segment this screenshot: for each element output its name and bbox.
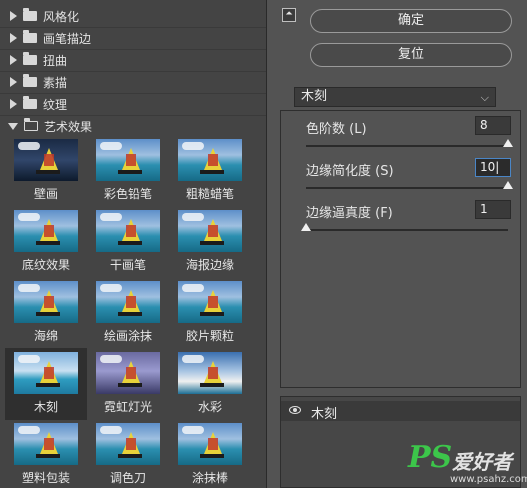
filter-thumb-fresco[interactable]: 壁画	[5, 135, 87, 201]
watermark: PS 爱好者 www.psahz.com	[400, 440, 527, 488]
category-label: 素描	[43, 75, 68, 90]
collapse-arrow-icon	[8, 122, 18, 130]
category-label: 扭曲	[43, 53, 68, 68]
ok-button[interactable]: 确定	[310, 9, 512, 33]
filter-thumb-rough-pastels[interactable]: 粗糙蜡笔	[169, 135, 251, 201]
category-texture[interactable]: 纹理	[0, 93, 266, 115]
filter-thumb-underpainting[interactable]: 底纹效果	[5, 206, 87, 272]
filter-thumb-neon-glow[interactable]: 霓虹灯光	[87, 348, 169, 414]
levels-input[interactable]: 8	[475, 116, 511, 135]
category-label: 艺术效果	[44, 119, 93, 134]
filter-label: 霓虹灯光	[103, 400, 152, 414]
folder-icon	[23, 8, 37, 21]
double-chevron-up-icon: ⏶	[285, 9, 293, 19]
edge-simplicity-input[interactable]: 10|	[475, 158, 511, 177]
category-stylize[interactable]: 风格化	[0, 5, 266, 27]
filter-thumb-dry-brush[interactable]: 干画笔	[87, 206, 169, 272]
effect-layer-row[interactable]: 木刻	[281, 401, 520, 422]
thumbnail-image	[178, 139, 242, 181]
reset-button[interactable]: 复位	[310, 43, 512, 67]
watermark-text: 爱好者	[452, 450, 512, 474]
open-folder-icon	[24, 118, 38, 131]
filter-label: 壁画	[33, 187, 58, 201]
collapse-gallery-button[interactable]: ⏶	[282, 8, 296, 22]
thumbnail-image	[96, 210, 160, 252]
thumbnail-image	[96, 281, 160, 323]
category-label: 画笔描边	[43, 31, 92, 46]
param-label-levels: 色阶数 (L)	[306, 122, 367, 137]
category-brush-strokes[interactable]: 画笔描边	[0, 27, 266, 49]
edge-simplicity-slider-thumb[interactable]	[503, 181, 513, 189]
filter-label: 水彩	[197, 400, 222, 414]
filter-label: 木刻	[33, 400, 58, 414]
filter-label: 海报边缘	[185, 258, 234, 272]
edge-fidelity-slider-thumb[interactable]	[301, 223, 311, 231]
filter-thumb-sponge[interactable]: 海绵	[5, 277, 87, 343]
filter-parameters-panel	[280, 110, 521, 388]
thumbnail-image	[178, 210, 242, 252]
thumbnail-image	[178, 281, 242, 323]
filter-label: 底纹效果	[21, 258, 70, 272]
filter-label: 涂抹棒	[191, 471, 228, 485]
expand-arrow-icon	[10, 99, 17, 109]
chevron-down-icon: ⌵	[480, 91, 489, 104]
thumbnail-image	[14, 352, 78, 394]
folder-icon	[23, 96, 37, 109]
watermark-url: www.psahz.com	[450, 474, 527, 485]
param-label-edge-simplicity: 边缘简化度 (S)	[306, 164, 394, 179]
watermark-logo: PS	[408, 440, 453, 475]
filter-label: 调色刀	[109, 471, 146, 485]
thumbnail-image	[14, 210, 78, 252]
expand-arrow-icon	[10, 55, 17, 65]
thumbnail-image	[178, 352, 242, 394]
category-label: 风格化	[43, 9, 80, 24]
filter-thumb-paint-daubs[interactable]: 绘画涂抹	[87, 277, 169, 343]
eye-visibility-icon[interactable]	[289, 406, 301, 414]
filter-thumb-cutout-selected[interactable]: 木刻	[5, 348, 87, 420]
thumbnail-image	[96, 352, 160, 394]
levels-slider-thumb[interactable]	[503, 139, 513, 147]
effect-layer-label: 木刻	[311, 407, 338, 422]
expand-arrow-icon	[10, 11, 17, 21]
filter-select-value: 木刻	[301, 89, 328, 104]
filter-label: 干画笔	[109, 258, 146, 272]
filter-thumb-colored-pencil[interactable]: 彩色铅笔	[87, 135, 169, 201]
thumbnail-image	[178, 423, 242, 465]
category-sketch[interactable]: 素描	[0, 71, 266, 93]
expand-arrow-icon	[10, 33, 17, 43]
thumbnail-image	[96, 423, 160, 465]
category-artistic[interactable]: 艺术效果	[0, 115, 266, 137]
category-distort[interactable]: 扭曲	[0, 49, 266, 71]
filter-thumb-palette-knife[interactable]: 调色刀	[87, 419, 169, 485]
edge-simplicity-slider-track[interactable]	[306, 187, 508, 189]
filter-label: 彩色铅笔	[103, 187, 152, 201]
levels-slider-track[interactable]	[306, 145, 508, 147]
filter-thumb-smudge-stick[interactable]: 涂抹棒	[169, 419, 251, 485]
filter-label: 粗糙蜡笔	[185, 187, 234, 201]
filter-gallery-panel: 风格化 画笔描边 扭曲 素描 纹理 艺术效果 壁画 彩色铅笔 粗糙蜡笔 底纹效果…	[0, 0, 267, 488]
thumbnail-image	[14, 139, 78, 181]
filter-label: 海绵	[33, 329, 58, 343]
thumbnail-image	[14, 423, 78, 465]
folder-icon	[23, 52, 37, 65]
filter-label: 塑料包装	[21, 471, 70, 485]
filter-label: 胶片颗粒	[185, 329, 234, 343]
filter-thumb-watercolor[interactable]: 水彩	[169, 348, 251, 414]
thumbnail-image	[14, 281, 78, 323]
category-label: 纹理	[43, 97, 68, 112]
thumbnail-image	[96, 139, 160, 181]
filter-thumb-poster-edges[interactable]: 海报边缘	[169, 206, 251, 272]
filter-label: 绘画涂抹	[103, 329, 152, 343]
param-label-edge-fidelity: 边缘逼真度 (F)	[306, 206, 393, 221]
filter-select[interactable]: 木刻 ⌵	[294, 87, 496, 107]
edge-fidelity-slider-track[interactable]	[306, 229, 508, 231]
folder-icon	[23, 30, 37, 43]
folder-icon	[23, 74, 37, 87]
filter-thumb-plastic-wrap[interactable]: 塑料包装	[5, 419, 87, 485]
filter-thumb-film-grain[interactable]: 胶片颗粒	[169, 277, 251, 343]
edge-fidelity-input[interactable]: 1	[475, 200, 511, 219]
expand-arrow-icon	[10, 77, 17, 87]
